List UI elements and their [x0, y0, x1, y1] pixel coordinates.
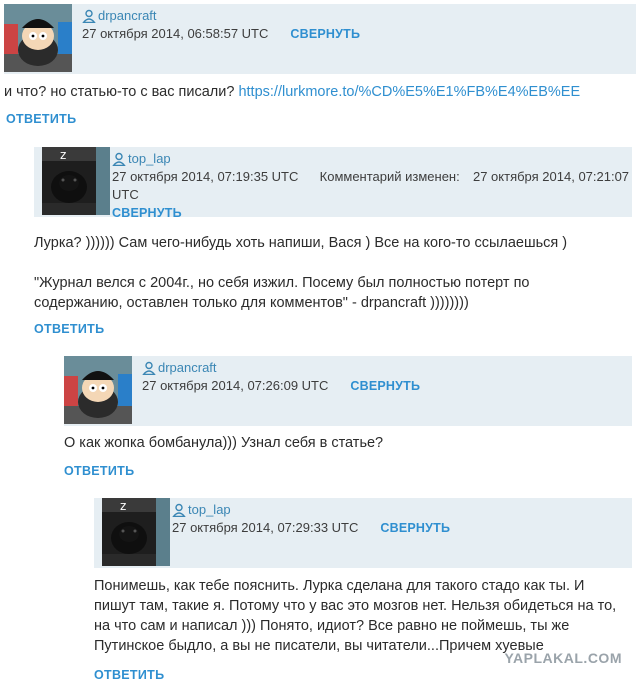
comment-meta: drpancraft 27 октября 2014, 07:26:09 UTC… — [142, 359, 420, 395]
svg-text:z: z — [60, 148, 66, 162]
black-dog-avatar-icon[interactable]: z — [42, 147, 110, 215]
reply-button[interactable]: ОТВЕТИТЬ — [6, 112, 76, 126]
edited-timezone: UTC — [112, 187, 139, 202]
comment-author[interactable]: drpancraft — [82, 7, 360, 25]
comment-author[interactable]: top_lap — [112, 150, 629, 168]
comment-meta: top_lap 27 октября 2014, 07:29:33 UTC СВ… — [172, 501, 450, 537]
cartman-avatar-icon[interactable] — [4, 4, 72, 72]
comment-username[interactable]: top_lap — [128, 150, 171, 168]
cartman-avatar-icon[interactable] — [64, 356, 132, 424]
black-dog-avatar-icon[interactable]: z — [102, 498, 170, 566]
user-icon — [82, 9, 96, 24]
reply-button[interactable]: ОТВЕТИТЬ — [34, 322, 104, 336]
user-icon — [112, 152, 126, 167]
comment: z top_lap 27 октября 2014, 07:19:35 UTC … — [34, 147, 632, 336]
comment-text: и что? но статью-то с вас писали? https:… — [4, 84, 581, 100]
comment-username[interactable]: drpancraft — [98, 7, 157, 25]
comment-header: drpancraft 27 октября 2014, 06:58:57 UTC… — [4, 4, 636, 74]
comment: drpancraft 27 октября 2014, 06:58:57 UTC… — [4, 4, 636, 126]
collapse-button[interactable]: СВЕРНУТЬ — [350, 377, 420, 395]
comment-header: z top_lap 27 октября 2014, 07:19:35 UTC … — [34, 147, 632, 220]
collapse-button[interactable]: СВЕРНУТЬ — [112, 204, 629, 222]
comment-text: Лурка? )))))) Сам чего-нибудь хоть напиш… — [34, 235, 568, 311]
comment-username[interactable]: drpancraft — [158, 359, 217, 377]
user-icon — [142, 361, 156, 376]
edited-label: Комментарий изменен: — [319, 169, 460, 184]
reply-button[interactable]: ОТВЕТИТЬ — [94, 668, 164, 682]
collapse-button[interactable]: СВЕРНУТЬ — [380, 519, 450, 537]
comment-link[interactable]: https://lurkmore.to/%CD%E5%E1%FB%E4%EB%E… — [238, 84, 580, 100]
comment-meta: drpancraft 27 октября 2014, 06:58:57 UTC… — [82, 7, 360, 43]
user-icon — [172, 503, 186, 518]
reply-button[interactable]: ОТВЕТИТЬ — [64, 464, 134, 478]
comment-text: Понимешь, как тебе пояснить. Лурка сдела… — [94, 578, 617, 654]
comment-meta: top_lap 27 октября 2014, 07:19:35 UTC Ко… — [112, 150, 629, 222]
comment-date: 27 октября 2014, 06:58:57 UTC — [82, 26, 269, 41]
site-watermark: YAPLAKAL.COM — [504, 650, 622, 666]
comment-date: 27 октября 2014, 07:19:35 UTC — [112, 169, 299, 184]
comment-date: 27 октября 2014, 07:26:09 UTC — [142, 378, 329, 393]
svg-text:z: z — [120, 499, 126, 513]
comment-author[interactable]: top_lap — [172, 501, 450, 519]
comment-author[interactable]: drpancraft — [142, 359, 420, 377]
comment-date: 27 октября 2014, 07:29:33 UTC — [172, 520, 359, 535]
collapse-button[interactable]: СВЕРНУТЬ — [290, 25, 360, 43]
comment-header: drpancraft 27 октября 2014, 07:26:09 UTC… — [64, 356, 632, 426]
comment-header: z top_lap 27 октября 2014, 07:29:33 UTC … — [94, 498, 632, 568]
comment-text: О как жопка бомбанула))) Узнал себя в ст… — [64, 435, 384, 451]
edited-date: 27 октября 2014, 07:21:07 — [472, 169, 630, 184]
comment-username[interactable]: top_lap — [188, 501, 231, 519]
comment: drpancraft 27 октября 2014, 07:26:09 UTC… — [64, 356, 632, 478]
comment: z top_lap 27 октября 2014, 07:29:33 UTC … — [94, 498, 632, 682]
